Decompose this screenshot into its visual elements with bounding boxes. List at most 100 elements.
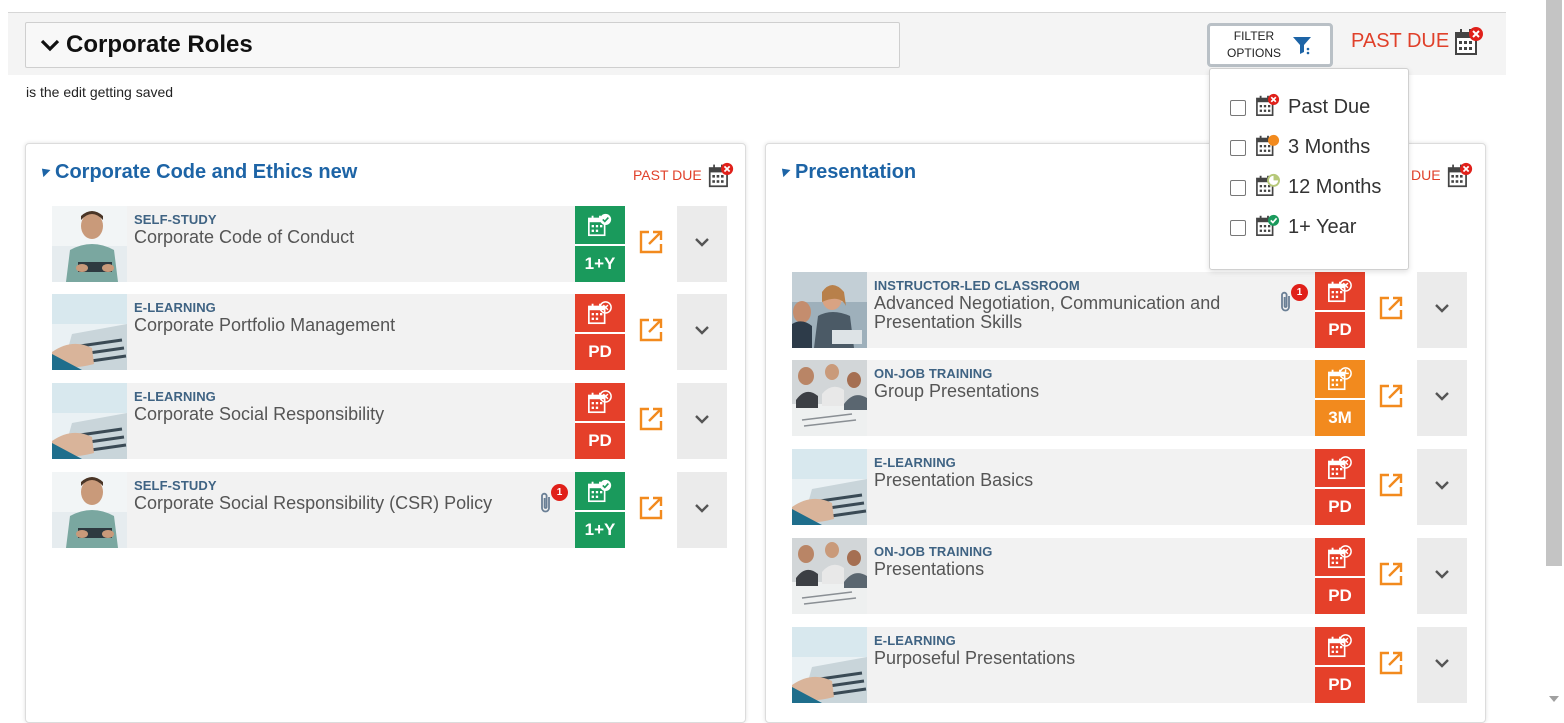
- scroll-down-arrow-icon[interactable]: [1549, 696, 1559, 702]
- status-calendar-icon: [1315, 272, 1365, 310]
- filter-options-button[interactable]: FILTER OPTIONS: [1207, 23, 1333, 67]
- course-name[interactable]: Purposeful Presentations: [874, 649, 1294, 668]
- chevron-down-icon: [1433, 387, 1451, 410]
- calendar-past-due-icon: [1455, 27, 1484, 55]
- course-info: E-LEARNING Corporate Portfolio Management: [127, 294, 575, 370]
- course-row[interactable]: E-LEARNING Presentation Basics PD: [792, 449, 1467, 525]
- external-link-icon: [638, 495, 664, 526]
- attachment-count-badge: 1: [551, 484, 568, 501]
- filter-option-label: 3 Months: [1288, 136, 1371, 158]
- past-due-summary[interactable]: PAST DUE: [1351, 26, 1484, 56]
- chevron-down-icon: [693, 321, 711, 344]
- status-badge: 1+Y: [575, 244, 625, 282]
- course-status: 1+Y: [575, 206, 625, 282]
- course-info: E-LEARNING Purposeful Presentations: [867, 627, 1315, 703]
- filter-checkbox[interactable]: [1230, 99, 1246, 116]
- course-row[interactable]: E-LEARNING Purposeful Presentations PD: [792, 627, 1467, 703]
- course-status: PD: [1315, 538, 1365, 614]
- role-selector[interactable]: Corporate Roles: [25, 22, 900, 68]
- filter-option[interactable]: 1+ Year: [1230, 213, 1356, 242]
- filter-checkbox[interactable]: [1230, 219, 1246, 236]
- launch-course-button[interactable]: [1365, 360, 1417, 436]
- panel-past-due[interactable]: PAST DUE: [633, 162, 734, 188]
- filter-checkbox[interactable]: [1230, 139, 1246, 156]
- expand-course-button[interactable]: [1417, 538, 1467, 614]
- expand-course-button[interactable]: [677, 206, 727, 282]
- expand-course-button[interactable]: [1417, 272, 1467, 348]
- filter-icon: [1293, 37, 1311, 55]
- course-name[interactable]: Corporate Social Responsibility: [134, 405, 554, 424]
- course-thumbnail: [52, 206, 127, 282]
- course-type: ON-JOB TRAINING: [874, 366, 993, 381]
- filter-option[interactable]: Past Due: [1230, 93, 1370, 122]
- past-due-label: PAST DUE: [1351, 29, 1450, 52]
- status-badge: PD: [1315, 487, 1365, 525]
- status-calendar-icon: [575, 383, 625, 421]
- status-calendar-icon: [575, 294, 625, 332]
- course-type: E-LEARNING: [134, 389, 216, 404]
- filter-option[interactable]: 12 Months: [1230, 173, 1381, 202]
- panel-title[interactable]: Corporate Code and Ethics new: [38, 161, 357, 184]
- status-calendar-icon: [575, 472, 625, 510]
- course-thumbnail: [52, 294, 127, 370]
- course-status: PD: [1315, 627, 1365, 703]
- status-badge: PD: [575, 421, 625, 459]
- external-link-icon: [638, 229, 664, 260]
- course-thumbnail: [792, 538, 867, 614]
- course-name[interactable]: Advanced Negotiation, Communication and …: [874, 294, 1234, 332]
- course-row[interactable]: SELF-STUDY Corporate Code of Conduct 1+Y: [52, 206, 727, 282]
- course-info: E-LEARNING Corporate Social Responsibilit…: [127, 383, 575, 459]
- course-name[interactable]: Presentation Basics: [874, 471, 1294, 490]
- external-link-icon: [1378, 472, 1404, 503]
- course-name[interactable]: Presentations: [874, 560, 1294, 579]
- filter-option-label: Past Due: [1288, 96, 1371, 118]
- filter-checkbox[interactable]: [1230, 179, 1246, 196]
- course-row[interactable]: ON-JOB TRAINING Presentations PD: [792, 538, 1467, 614]
- course-type: E-LEARNING: [874, 633, 956, 648]
- course-info: SELF-STUDY Corporate Social Responsibilit…: [127, 472, 575, 548]
- course-row[interactable]: SELF-STUDY Corporate Social Responsibilit…: [52, 472, 727, 548]
- panel-title[interactable]: Presentation: [778, 161, 916, 184]
- chevron-down-icon: [40, 39, 60, 52]
- expand-course-button[interactable]: [1417, 449, 1467, 525]
- launch-course-button[interactable]: [1365, 449, 1417, 525]
- launch-course-button[interactable]: [625, 472, 677, 548]
- course-name[interactable]: Corporate Portfolio Management: [134, 316, 554, 335]
- course-row[interactable]: ON-JOB TRAINING Group Presentations 3M: [792, 360, 1467, 436]
- status-calendar-icon: [1315, 627, 1365, 665]
- launch-course-button[interactable]: [1365, 627, 1417, 703]
- expand-course-button[interactable]: [1417, 360, 1467, 436]
- expand-course-button[interactable]: [677, 472, 727, 548]
- status-badge: 1+Y: [575, 510, 625, 548]
- course-row[interactable]: INSTRUCTOR-LED CLASSROOM Advanced Negotia…: [792, 272, 1467, 348]
- course-name[interactable]: Corporate Social Responsibility (CSR) Po…: [134, 494, 554, 513]
- launch-course-button[interactable]: [1365, 272, 1417, 348]
- expand-course-button[interactable]: [1417, 627, 1467, 703]
- calendar-3-months-icon: [1256, 133, 1280, 162]
- filter-option[interactable]: 3 Months: [1230, 133, 1370, 162]
- launch-course-button[interactable]: [625, 383, 677, 459]
- launch-course-button[interactable]: [625, 206, 677, 282]
- course-row[interactable]: E-LEARNING Corporate Portfolio Management…: [52, 294, 727, 370]
- course-info: ON-JOB TRAINING Group Presentations: [867, 360, 1315, 436]
- calendar-past-due-icon: [1256, 93, 1280, 122]
- course-row[interactable]: E-LEARNING Corporate Social Responsibilit…: [52, 383, 727, 459]
- course-thumbnail: [792, 627, 867, 703]
- external-link-icon: [1378, 383, 1404, 414]
- chevron-down-icon: [1433, 299, 1451, 322]
- course-info: ON-JOB TRAINING Presentations: [867, 538, 1315, 614]
- course-name[interactable]: Group Presentations: [874, 382, 1294, 401]
- course-name[interactable]: Corporate Code of Conduct: [134, 228, 554, 247]
- expand-course-button[interactable]: [677, 383, 727, 459]
- chevron-down-icon: [1433, 654, 1451, 677]
- scrollbar-thumb[interactable]: [1546, 0, 1562, 566]
- course-status: 1+Y: [575, 472, 625, 548]
- course-type: E-LEARNING: [874, 455, 956, 470]
- launch-course-button[interactable]: [1365, 538, 1417, 614]
- filter-options-dropdown: Past Due 3 Months 12 Months 1+ Year: [1209, 68, 1409, 270]
- panel-past-due[interactable]: DUE: [1411, 162, 1473, 188]
- expand-course-button[interactable]: [677, 294, 727, 370]
- launch-course-button[interactable]: [625, 294, 677, 370]
- external-link-icon: [1378, 561, 1404, 592]
- external-link-icon: [638, 317, 664, 348]
